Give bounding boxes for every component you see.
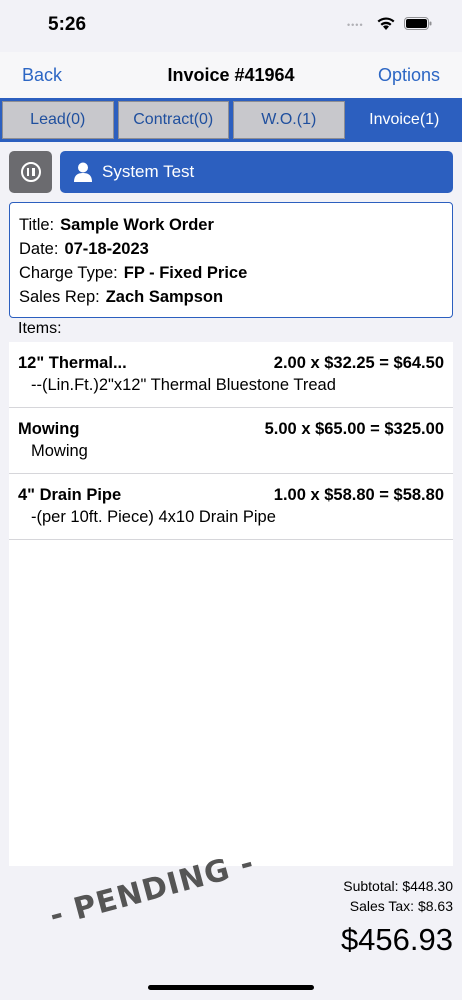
item-name: Mowing — [18, 420, 80, 438]
charge-type-label: Charge Type: — [19, 264, 118, 282]
invoice-info-box: Title: Sample Work Order Date: 07-18-2023 … — [9, 202, 453, 318]
item-name: 4" Drain Pipe — [18, 486, 122, 504]
sales-rep-label: Sales Rep: — [19, 288, 100, 306]
battery-icon — [404, 17, 432, 30]
title-row: Title: Sample Work Order — [19, 213, 452, 237]
totals: Subtotal: $448.30 Sales Tax: $8.63 $456.… — [341, 876, 453, 958]
navigation-bar: Back Invoice #41964 Options — [0, 52, 462, 98]
date-label: Date: — [19, 240, 59, 258]
user-button[interactable]: System Test — [60, 151, 453, 193]
item-calculation: 5.00 x $65.00 = $325.00 — [264, 420, 444, 438]
status-time: 5:26 — [48, 14, 87, 35]
item-name: 12" Thermal... — [18, 354, 127, 372]
charge-type-row: Charge Type: FP - Fixed Price — [19, 261, 452, 285]
tab-contract[interactable]: Contract(0) — [117, 101, 229, 139]
sales-rep-row: Sales Rep: Zach Sampson — [19, 285, 452, 309]
tab-lead[interactable]: Lead(0) — [2, 101, 114, 139]
grand-total: $456.93 — [340, 922, 453, 957]
charge-type-value: FP - Fixed Price — [123, 264, 248, 282]
options-button[interactable]: Options — [378, 65, 440, 86]
subtotal: Subtotal: $448.30 — [343, 878, 453, 894]
tab-work-order[interactable]: W.O.(1) — [233, 101, 345, 139]
item-description: --(Lin.Ft.)2"x12" Thermal Bluestone Trea… — [31, 376, 336, 394]
list-item[interactable]: Mowing 5.00 x $65.00 = $325.00 Mowing — [9, 408, 453, 474]
person-icon — [74, 162, 92, 182]
item-description: Mowing — [31, 442, 88, 460]
item-description: -(per 10ft. Piece) 4x10 Drain Pipe — [31, 508, 276, 526]
tab-bar: Lead(0) Contract(0) W.O.(1) Invoice(1) — [0, 98, 462, 142]
date-row: Date: 07-18-2023 — [19, 237, 452, 261]
tab-invoice[interactable]: Invoice(1) — [348, 101, 460, 139]
pause-icon — [20, 162, 41, 182]
title-value: Sample Work Order — [60, 216, 214, 234]
item-calculation: 1.00 x $58.80 = $58.80 — [273, 486, 444, 504]
wifi-icon — [377, 17, 395, 30]
user-name: System Test — [102, 162, 195, 181]
pause-button[interactable] — [9, 151, 52, 193]
list-item[interactable]: 4" Drain Pipe 1.00 x $58.80 = $58.80 -(p… — [9, 474, 453, 540]
date-value: 07-18-2023 — [64, 240, 149, 258]
sales-tax: Sales Tax: $8.63 — [349, 898, 453, 914]
title-label: Title: — [19, 216, 55, 234]
items-label: Items: — [18, 320, 62, 337]
items-list: 12" Thermal... 2.00 x $32.25 = $64.50 --… — [9, 342, 453, 866]
status-bar: 5:26 •••• — [0, 0, 462, 52]
list-item[interactable]: 12" Thermal... 2.00 x $32.25 = $64.50 --… — [9, 342, 453, 408]
sales-rep-value: Zach Sampson — [105, 288, 224, 306]
item-calculation: 2.00 x $32.25 = $64.50 — [273, 354, 444, 372]
home-indicator[interactable] — [148, 985, 314, 990]
signal-dots-icon: •••• — [347, 20, 364, 30]
